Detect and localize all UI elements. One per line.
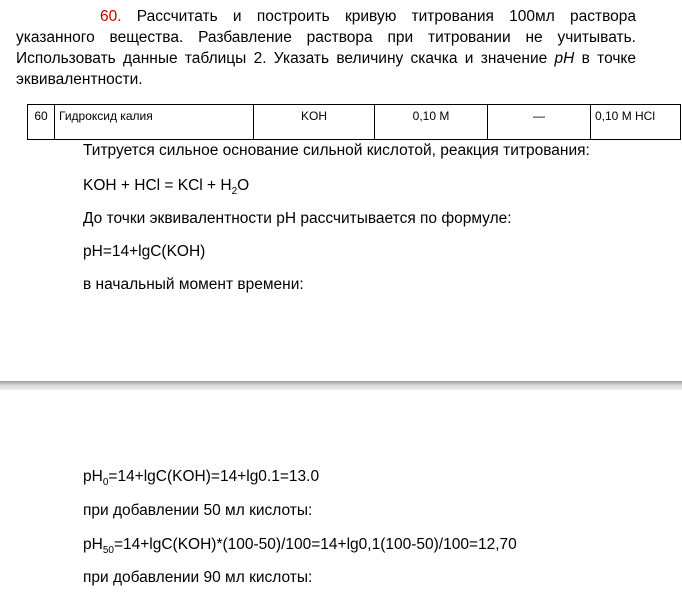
- formula-ph50: pH50=14+lgC(KOH)*(100-50)/100=14+lg0,1(1…: [83, 536, 517, 557]
- cell-concentration: 0,10 М: [374, 104, 488, 140]
- text-line-90ml: при добавлении 90 мл кислоты:: [83, 569, 313, 586]
- cell-number: 60: [27, 104, 55, 140]
- table-row: 60 Гидроксид калия KOH 0,10 М — 0,10 М H…: [27, 104, 681, 140]
- text-line-reaction-type: Титруется сильное основание сильной кисл…: [83, 142, 590, 159]
- formula-ph0: pH0=14+lgC(KOH)=14+lg0.1=13.0: [83, 468, 320, 489]
- text-line-initial: в начальный момент времени:: [83, 276, 304, 293]
- formula-ph: pH=14+lgC(KOH): [83, 243, 206, 260]
- cell-titrant: 0,10 М HCl: [590, 104, 681, 140]
- reaction-equation: KOH + HCl = KCl + H2O: [83, 177, 250, 198]
- text-line-50ml: при добавлении 50 мл кислоты:: [83, 502, 313, 519]
- cell-formula: KOH: [253, 104, 375, 140]
- task-number: 60.: [100, 8, 122, 25]
- cell-substance-name: Гидроксид калия: [54, 104, 254, 140]
- data-table: 60 Гидроксид калия KOH 0,10 М — 0,10 М H…: [27, 104, 681, 140]
- page-break-divider: [0, 381, 682, 390]
- text-line-formula-intro: До точки эквивалентности pH рассчитывает…: [83, 210, 512, 227]
- cell-empty-dash: —: [487, 104, 591, 140]
- task-ph: pH: [554, 50, 575, 67]
- task-statement: 60. Рассчитать и построить кривую титров…: [16, 6, 636, 90]
